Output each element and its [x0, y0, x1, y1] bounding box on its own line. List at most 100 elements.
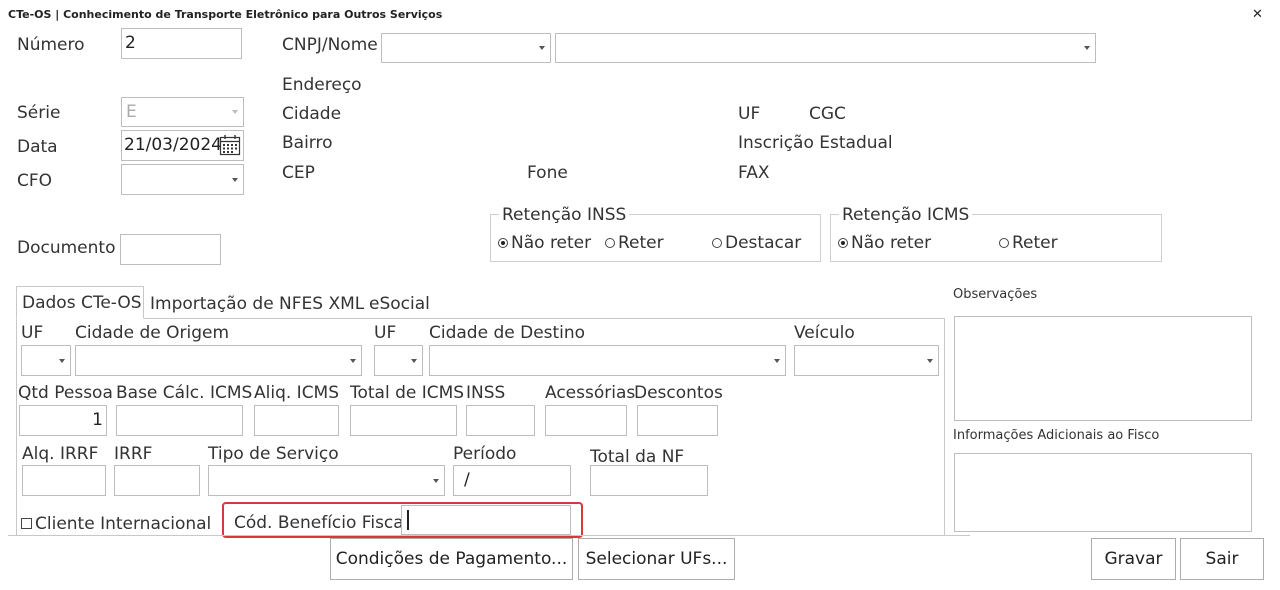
info-adicionais-textarea[interactable]: [954, 453, 1252, 532]
calendar-icon[interactable]: [219, 134, 241, 156]
cidade-destino-label: Cidade de Destino: [429, 323, 586, 343]
icms-nao-reter-radio[interactable]: Não reter: [838, 233, 931, 253]
total-icms-input[interactable]: [350, 405, 457, 436]
total-icms-label: Total de ICMS: [350, 383, 465, 403]
tab-dados-cte-os[interactable]: Dados CTe-OS: [16, 286, 144, 319]
uf-origem-dropdown[interactable]: [21, 345, 71, 376]
cidade-origem-label: Cidade de Origem: [75, 323, 230, 343]
numero-label: Número: [17, 35, 85, 55]
radio-selected-icon: [498, 238, 508, 248]
inss-label: INSS: [466, 383, 506, 403]
radio-icon: [605, 238, 615, 248]
chevron-down-icon: [411, 358, 417, 363]
inss-reter-radio[interactable]: Reter: [605, 233, 664, 253]
uf-destino-label: UF: [374, 323, 397, 343]
veiculo-dropdown[interactable]: [794, 345, 939, 376]
numero-input[interactable]: 2: [121, 28, 242, 59]
condicoes-pagamento-button[interactable]: Condições de Pagamento...: [330, 538, 573, 580]
info-adicionais-label: Informações Adicionais ao Fisco: [953, 428, 1160, 443]
fone-label: Fone: [527, 163, 568, 183]
radio-label: Reter: [618, 233, 664, 253]
acessorias-input[interactable]: [545, 405, 627, 436]
chevron-down-icon: [433, 478, 439, 483]
aliq-icms-label: Aliq. ICMS: [254, 383, 340, 403]
inss-input[interactable]: [466, 405, 535, 436]
close-icon[interactable]: ✕: [1252, 7, 1263, 22]
veiculo-label: Veículo: [794, 323, 855, 343]
radio-label: Não reter: [851, 233, 932, 253]
radio-label: Destacar: [725, 233, 802, 253]
data-value: 21/03/2024: [124, 135, 222, 155]
chevron-down-icon: [232, 110, 238, 114]
descontos-label: Descontos: [634, 383, 723, 403]
cod-beneficio-label: Cód. Benefício Fiscal: [234, 513, 409, 533]
cfo-label: CFO: [17, 171, 53, 191]
cidade-origem-dropdown[interactable]: [75, 345, 362, 376]
icms-reter-radio[interactable]: Reter: [999, 233, 1058, 253]
aliq-irrf-input[interactable]: [22, 465, 106, 496]
serie-value: E: [126, 102, 137, 122]
radio-label: Reter: [1012, 233, 1058, 253]
base-calc-label: Base Cálc. ICMS: [116, 383, 253, 403]
periodo-label: Período: [453, 444, 517, 464]
irrf-input[interactable]: [114, 465, 200, 496]
cliente-internacional-label: Cliente Internacional: [35, 514, 212, 534]
periodo-input[interactable]: /: [453, 465, 571, 496]
documento-input[interactable]: [120, 234, 221, 265]
chevron-down-icon: [59, 358, 65, 363]
radio-icon: [999, 238, 1009, 248]
sair-button[interactable]: Sair: [1180, 538, 1264, 580]
inss-destacar-radio[interactable]: Destacar: [712, 233, 801, 253]
cliente-internacional-checkbox[interactable]: Cliente Internacional: [21, 514, 211, 534]
documento-label: Documento: [17, 238, 116, 258]
fax-label: FAX: [738, 163, 770, 183]
retencao-inss-title: Retenção INSS: [499, 205, 630, 225]
checkbox-icon: [21, 518, 32, 529]
tab-importacao-nfes[interactable]: Importação de NFES XML: [150, 294, 364, 314]
uf-destino-dropdown[interactable]: [374, 345, 423, 376]
acessorias-label: Acessórias: [545, 383, 636, 403]
tab-label: Dados CTe-OS: [22, 293, 142, 313]
radio-label: Não reter: [511, 233, 592, 253]
cod-beneficio-input[interactable]: [401, 505, 571, 535]
base-calc-input[interactable]: [116, 405, 243, 436]
tipo-servico-dropdown[interactable]: [208, 465, 445, 496]
periodo-value: /: [464, 470, 470, 490]
inss-nao-reter-radio[interactable]: Não reter: [498, 233, 591, 253]
endereco-label: Endereço: [282, 75, 362, 95]
uf-origem-label: UF: [21, 323, 44, 343]
cnpj-dropdown[interactable]: [381, 33, 551, 63]
gravar-button[interactable]: Gravar: [1091, 538, 1176, 580]
uf-label: UF: [738, 104, 761, 124]
descontos-input[interactable]: [637, 405, 718, 436]
cidade-destino-dropdown[interactable]: [429, 345, 786, 376]
cidade-label: Cidade: [282, 104, 342, 124]
tab-esocial[interactable]: eSocial: [369, 294, 430, 314]
qtd-pessoa-label: Qtd Pessoa: [18, 383, 113, 403]
chevron-down-icon: [927, 358, 933, 363]
chevron-down-icon: [350, 358, 356, 363]
window-title: CTe-OS | Conhecimento de Transporte Elet…: [8, 8, 443, 21]
text-cursor: [407, 510, 409, 530]
aliq-icms-input[interactable]: [254, 405, 339, 436]
chevron-down-icon: [774, 358, 780, 363]
nome-dropdown[interactable]: [555, 33, 1096, 63]
qtd-pessoa-input[interactable]: 1: [19, 405, 107, 436]
observacoes-textarea[interactable]: [954, 316, 1252, 421]
total-nf-label: Total da NF: [590, 447, 685, 467]
total-nf-input[interactable]: [590, 465, 708, 496]
serie-dropdown[interactable]: E: [121, 97, 244, 127]
chevron-down-icon: [539, 46, 545, 50]
chevron-down-icon: [1084, 46, 1090, 50]
retencao-icms-title: Retenção ICMS: [839, 205, 973, 225]
chevron-down-icon: [232, 177, 238, 182]
bairro-label: Bairro: [282, 133, 333, 153]
cnpj-label: CNPJ/Nome: [282, 35, 378, 55]
irrf-label: IRRF: [114, 444, 153, 464]
selecionar-ufs-button[interactable]: Selecionar UFs...: [578, 538, 735, 580]
divider: [8, 535, 970, 536]
radio-selected-icon: [838, 238, 848, 248]
observacoes-label: Observações: [953, 287, 1038, 302]
cep-label: CEP: [282, 163, 315, 183]
cfo-dropdown[interactable]: [121, 164, 244, 195]
